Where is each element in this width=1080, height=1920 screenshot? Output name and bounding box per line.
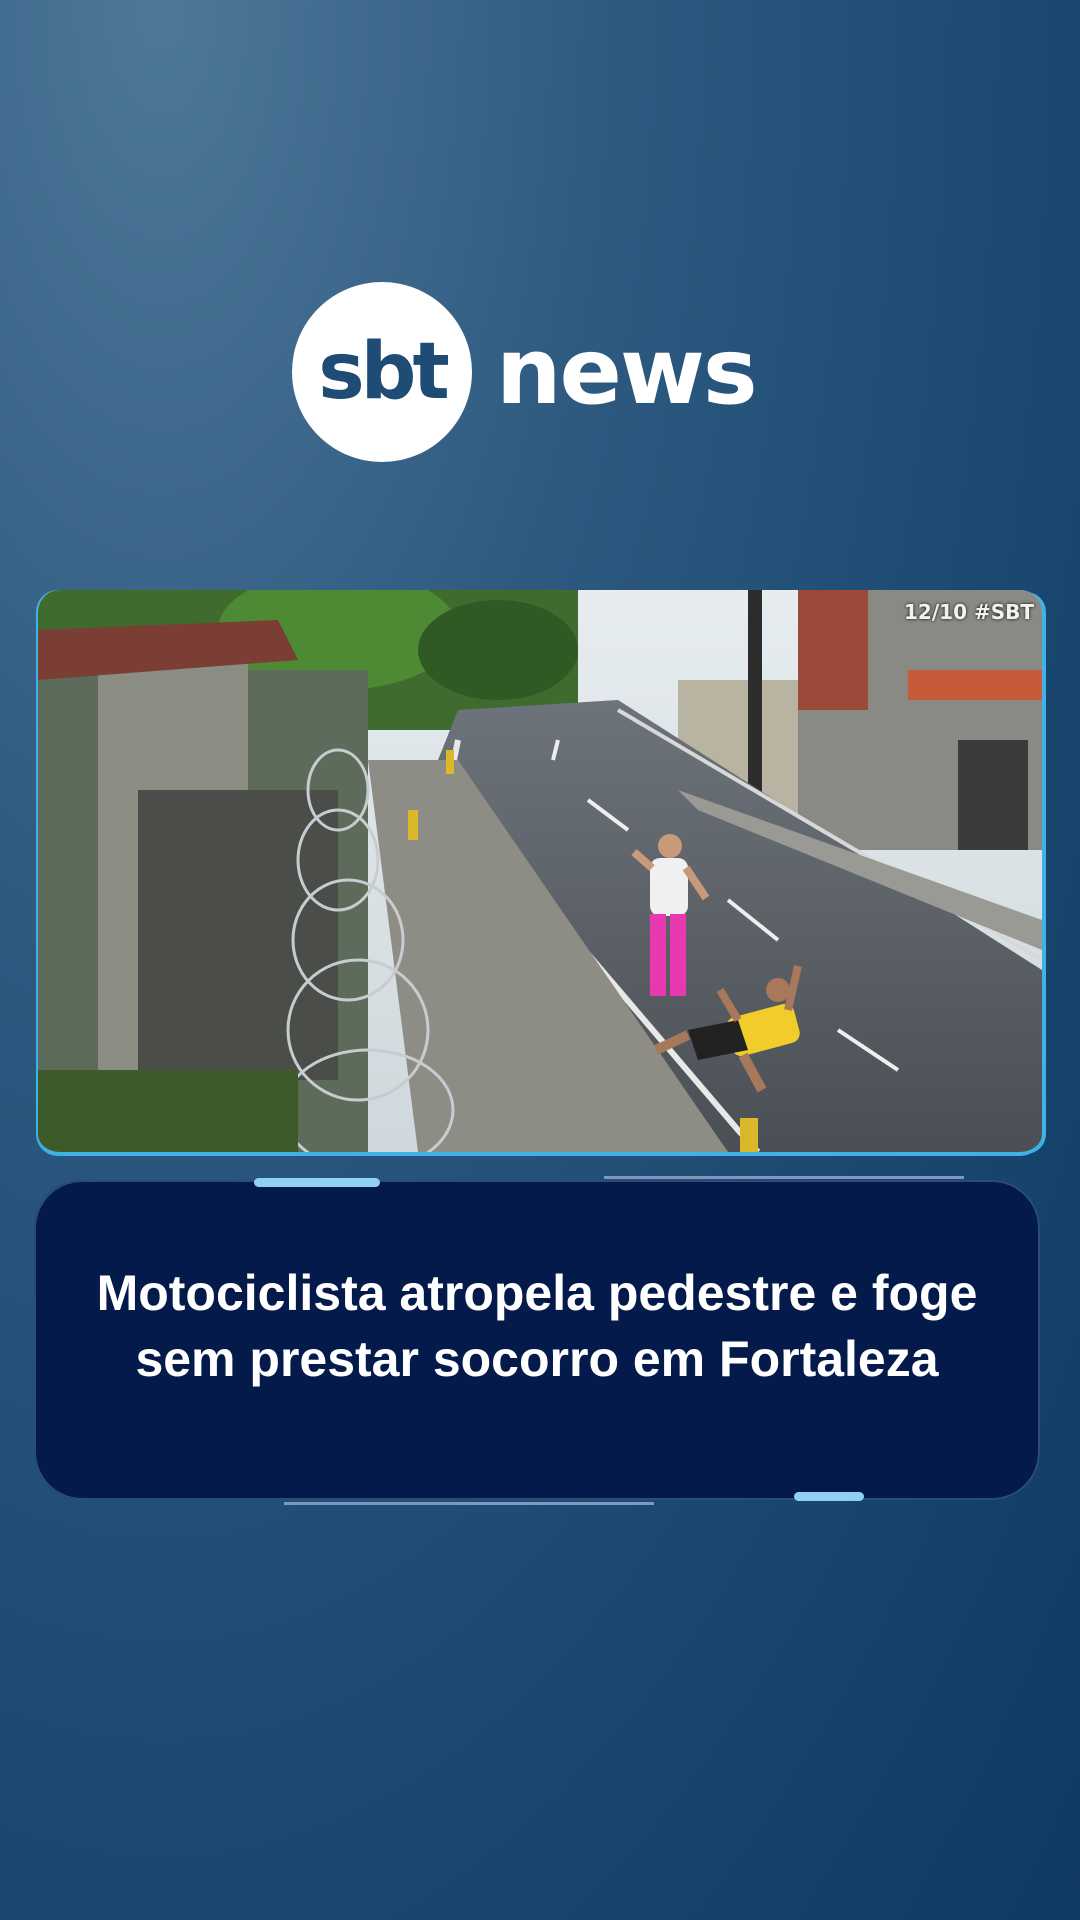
accent-bar-bottom bbox=[794, 1492, 864, 1501]
logo-wordmark: news bbox=[496, 318, 758, 425]
edge-line-bottom bbox=[284, 1502, 654, 1505]
video-thumbnail[interactable]: 12/10 #SBT bbox=[38, 590, 1042, 1156]
video-timestamp: 12/10 #SBT bbox=[904, 600, 1034, 624]
headline-card[interactable]: Motociclista atropela pedestre e foge se… bbox=[34, 1176, 1040, 1505]
accent-bar-top bbox=[254, 1178, 380, 1187]
sbt-news-logo: sbt news bbox=[292, 282, 792, 462]
headline-text: Motociclista atropela pedestre e foge se… bbox=[96, 1265, 978, 1387]
street-scene-image bbox=[38, 590, 1042, 1152]
logo-mark: sbt bbox=[318, 327, 450, 417]
edge-line-top bbox=[604, 1176, 964, 1179]
